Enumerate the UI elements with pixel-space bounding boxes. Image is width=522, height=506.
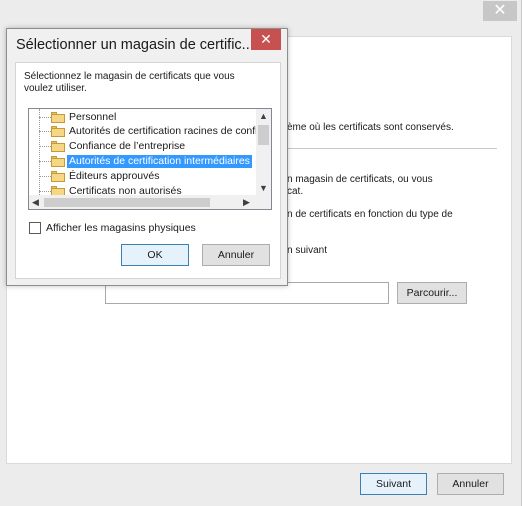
tree-vertical-scrollbar[interactable]: ▲ ▼: [256, 109, 271, 197]
close-icon: ✕: [260, 31, 272, 47]
wizard-auto-option-text: n de certificats en fonction du type de: [287, 209, 453, 220]
next-button[interactable]: Suivant: [360, 473, 427, 495]
wizard-close-button[interactable]: ✕: [483, 1, 517, 21]
tree-item[interactable]: Éditeurs approuvés: [29, 170, 257, 183]
wizard-option-text: n magasin de certificats, ou vous: [287, 174, 433, 185]
tree-item[interactable]: Confiance de l’entreprise: [29, 140, 257, 153]
dialog-cancel-button[interactable]: Annuler: [202, 244, 270, 266]
scroll-right-arrow-icon[interactable]: ▶: [243, 197, 250, 207]
tree-item[interactable]: Certificats non autorisés: [29, 185, 257, 195]
wizard-manual-option-text: n suivant: [287, 245, 328, 256]
scroll-up-arrow-icon[interactable]: ▲: [259, 111, 268, 121]
select-store-dialog: Sélectionner un magasin de certific... ✕…: [6, 28, 288, 286]
tree-horizontal-scrollbar[interactable]: ◀ ▶: [29, 195, 257, 209]
scroll-left-arrow-icon[interactable]: ◀: [32, 197, 39, 207]
folder-icon: [51, 171, 65, 182]
store-tree[interactable]: Personnel Autorités de certification rac…: [28, 108, 272, 210]
tree-item-label: Éditeurs approuvés: [69, 170, 160, 182]
folder-icon: [51, 126, 65, 137]
ok-button[interactable]: OK: [121, 244, 189, 266]
folder-icon: [51, 112, 65, 123]
dialog-title: Sélectionner un magasin de certific...: [16, 37, 254, 53]
scrollbar-corner: [256, 195, 271, 209]
tree-item[interactable]: Autorités de certification racines de co…: [29, 125, 271, 138]
folder-icon: [51, 141, 65, 152]
wizard-divider: [262, 148, 497, 149]
horizontal-scroll-thumb[interactable]: [44, 198, 210, 207]
wizard-option-text-cont: cat.: [287, 186, 304, 197]
close-icon: ✕: [493, 2, 507, 19]
tree-item-label: Personnel: [69, 111, 117, 123]
folder-icon: [51, 156, 65, 167]
show-physical-stores-label[interactable]: Afficher les magasins physiques: [46, 221, 196, 235]
tree-item-label: Certificats non autorisés: [69, 185, 182, 195]
dialog-body: Sélectionnez le magasin de certificats q…: [15, 62, 281, 279]
tree-item-label: Autorités de certification intermédiaire…: [67, 155, 252, 168]
dialog-close-button[interactable]: ✕: [251, 29, 281, 50]
dialog-instruction: Sélectionnez le magasin de certificats q…: [24, 71, 235, 94]
tree-item-label: Autorités de certification racines de co…: [69, 125, 272, 137]
tree-item[interactable]: Personnel: [29, 111, 257, 124]
show-physical-stores-checkbox[interactable]: [29, 222, 41, 234]
tree-item-selected[interactable]: Autorités de certification intermédiaire…: [29, 155, 257, 168]
folder-icon: [51, 186, 65, 195]
wizard-description-text: ème où les certificats sont conservés.: [287, 122, 454, 133]
vertical-scroll-thumb[interactable]: [258, 125, 269, 145]
wizard-cancel-button[interactable]: Annuler: [437, 473, 504, 495]
tree-item-label: Confiance de l’entreprise: [69, 140, 186, 152]
browse-button[interactable]: Parcourir...: [397, 282, 467, 304]
scroll-down-arrow-icon[interactable]: ▼: [259, 183, 268, 193]
